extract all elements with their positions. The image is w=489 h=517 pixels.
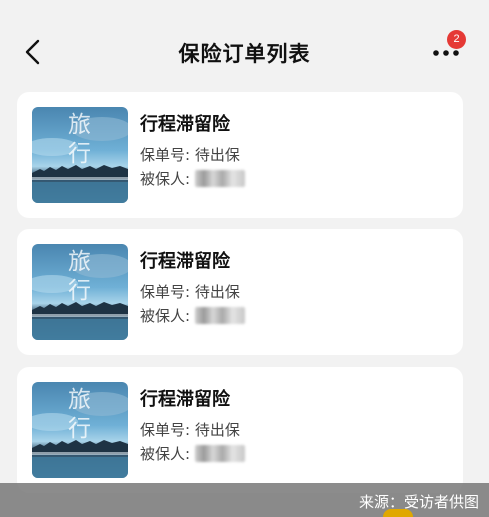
travel-thumbnail: 旅行 [32,107,128,203]
insured-person: 被保人: [140,443,245,464]
policy-status: 待出保 [194,146,240,164]
notification-badge: 2 [447,30,466,49]
policy-label: 保单号: [140,146,195,164]
insured-person: 被保人: [140,168,245,189]
product-name: 行程滞留险 [140,251,230,272]
floating-button-edge [383,509,413,517]
insured-label: 被保人: [140,170,195,188]
insured-person: 被保人: [140,305,245,326]
travel-thumbnail: 旅行 [32,244,128,340]
policy-status: 待出保 [194,283,240,301]
page-title: 保险订单列表 [178,42,311,66]
insured-label: 被保人: [140,445,195,463]
blurred-name [194,445,245,462]
blurred-name [194,170,245,187]
policy-label: 保单号: [140,283,195,301]
travel-thumbnail: 旅行 [32,382,128,478]
thumbnail-caption: 旅行 [68,112,92,167]
thumbnail-caption: 旅行 [68,249,92,304]
source-caption: 来源：受访者供图 [358,493,479,511]
policy-status: 待出保 [194,421,240,439]
order-card[interactable]: 旅行 行程滞留险 保单号: 待出保 被保人: [17,229,463,355]
policy-number: 保单号: 待出保 [140,419,240,440]
thumbnail-caption: 旅行 [68,387,92,442]
policy-number: 保单号: 待出保 [140,281,240,302]
policy-label: 保单号: [140,421,195,439]
product-name: 行程滞留险 [140,389,230,410]
policy-number: 保单号: 待出保 [140,144,240,165]
top-navigation-bar: 保险订单列表 2 [0,0,489,88]
blurred-name [194,307,245,324]
order-card[interactable]: 旅行 行程滞留险 保单号: 待出保 被保人: [17,367,463,493]
product-name: 行程滞留险 [140,114,230,135]
insured-label: 被保人: [140,307,195,325]
source-caption-bar: 来源：受访者供图 [0,483,489,517]
order-card[interactable]: 旅行 行程滞留险 保单号: 待出保 被保人: [17,92,463,218]
